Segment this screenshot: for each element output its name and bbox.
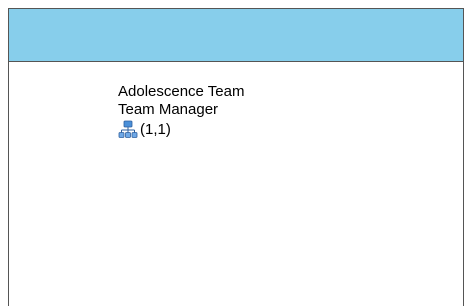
team-name: Adolescence Team	[118, 83, 245, 100]
header-bar	[9, 9, 463, 62]
panel-frame: Adolescence Team Team Manager (1,1)	[8, 8, 464, 306]
team-position: (1,1)	[140, 121, 171, 138]
team-card[interactable]: Adolescence Team Team Manager (1,1)	[118, 83, 244, 140]
team-meta: (1,1)	[118, 120, 244, 140]
org-chart-icon	[118, 120, 138, 140]
team-role: Team Manager	[118, 101, 219, 118]
